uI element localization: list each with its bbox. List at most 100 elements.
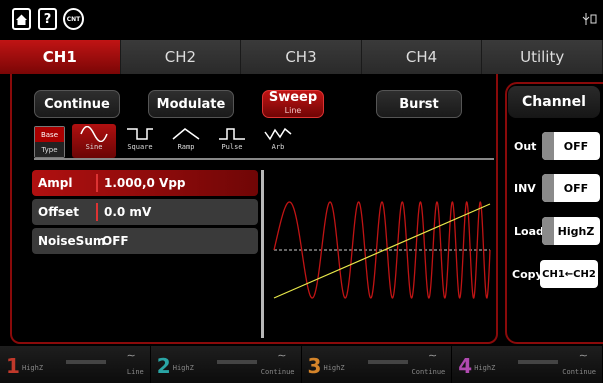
channel-load: HighZ [474, 364, 496, 372]
sine-wave-icon: ∼ [126, 349, 136, 362]
status-ch1[interactable]: 1 HighZ ∼ Line [0, 346, 151, 383]
channel-title-text: Channel [522, 94, 586, 110]
sine-wave-icon: ∼ [277, 349, 287, 362]
waveform-square[interactable]: Square [118, 124, 162, 158]
load-value: HighZ [557, 224, 595, 238]
waveform-label: Square [127, 143, 153, 151]
waveform-label: Sine [85, 143, 103, 151]
tab-ch1[interactable]: CH1 [0, 40, 121, 74]
help-icon[interactable]: ? [38, 8, 57, 30]
waveform-row: Base Type Sine Square Ramp Pulse Arb [34, 124, 494, 160]
channel-number: 4 [458, 354, 473, 378]
invert-row: INV OFF [514, 174, 600, 202]
status-ch4[interactable]: 4 HighZ ∼ Continue [452, 346, 603, 383]
param-offset[interactable]: Offset 0.0 mV [32, 199, 258, 225]
status-band [518, 360, 559, 364]
copy-value: CH1←CH2 [542, 268, 596, 280]
waveform-sine[interactable]: Sine [72, 124, 116, 158]
load-label: Load [514, 224, 544, 238]
waveform-arb[interactable]: Arb [256, 124, 300, 158]
sweep-label: Sweep [268, 90, 318, 105]
arb-wave-icon [264, 127, 292, 141]
tab-ch4[interactable]: CH4 [361, 40, 483, 74]
copy-button[interactable]: CH1←CH2 [540, 260, 598, 288]
generator-screen: { "topbar": { "home_icon": "home-icon", … [0, 0, 603, 383]
channel-load: HighZ [22, 364, 44, 372]
channel-number: 2 [156, 354, 171, 378]
modulate-label: Modulate [156, 96, 226, 112]
usb-icon [581, 12, 597, 29]
square-wave-icon [127, 128, 153, 140]
toggle-knob [542, 217, 554, 245]
parameter-list: Ampl 1.000,0 Vpp Offset 0.0 mV NoiseSum … [32, 170, 258, 257]
pulse-wave-icon [219, 128, 245, 140]
load-row: Load HighZ [514, 217, 600, 245]
ramp-wave-icon [172, 128, 200, 140]
edit-marker [96, 174, 98, 192]
counter-icon[interactable]: CNT [63, 8, 84, 30]
sine-wave-icon [80, 126, 108, 142]
channel-mode: Continue [260, 368, 295, 376]
tab-label: CH1 [42, 48, 77, 66]
burst-label: Burst [399, 96, 439, 112]
help-glyph: ? [43, 11, 52, 27]
sine-wave-icon: ∼ [428, 349, 438, 362]
channel-load: HighZ [323, 364, 345, 372]
invert-value: OFF [563, 181, 589, 195]
invert-label: INV [514, 181, 536, 195]
mode-row: Continue Modulate Sweep Line Burst [14, 88, 494, 120]
param-name: Ampl [38, 176, 73, 190]
param-value: 1.000,0 Vpp [104, 176, 186, 190]
channel-number: 3 [307, 354, 322, 378]
channel-mode: Continue [411, 368, 446, 376]
status-band [216, 360, 257, 364]
output-value: OFF [563, 139, 589, 153]
channel-title: Channel [508, 86, 600, 118]
tab-ch2[interactable]: CH2 [120, 40, 242, 74]
channel-side-panel [505, 82, 603, 344]
base-type-button[interactable]: Base Type [34, 126, 65, 158]
tab-utility[interactable]: Utility [482, 40, 603, 74]
status-ch2[interactable]: 2 HighZ ∼ Continue [150, 346, 302, 383]
panel-divider [261, 170, 264, 338]
continue-button[interactable]: Continue [34, 90, 120, 118]
param-name: NoiseSum [38, 234, 106, 248]
waveform-label: Pulse [221, 143, 243, 151]
status-ch3[interactable]: 3 HighZ ∼ Continue [301, 346, 453, 383]
param-value: 0.0 mV [104, 205, 152, 219]
channel-number: 1 [6, 354, 20, 378]
channel-status-bar: 1 HighZ ∼ Line 2 HighZ ∼ Continue 3 High… [0, 346, 603, 383]
base-label: Base [35, 127, 64, 142]
channel-mode: Line [126, 368, 144, 376]
param-noisesum[interactable]: NoiseSum OFF [32, 228, 258, 254]
modulate-button[interactable]: Modulate [148, 90, 234, 118]
waveform-pulse[interactable]: Pulse [210, 124, 254, 158]
sine-wave-icon: ∼ [578, 349, 588, 362]
waveform-preview-svg [273, 201, 491, 299]
tab-ch3[interactable]: CH3 [241, 40, 362, 74]
invert-toggle[interactable]: OFF [542, 174, 600, 202]
output-row: Out OFF [514, 132, 600, 160]
status-band [367, 360, 408, 364]
sweep-button[interactable]: Sweep Line [262, 90, 324, 118]
waveform-ramp[interactable]: Ramp [164, 124, 208, 158]
output-label: Out [514, 139, 537, 153]
tab-label: CH4 [405, 48, 438, 66]
burst-button[interactable]: Burst [376, 90, 462, 118]
param-value: OFF [102, 234, 129, 248]
waveform-preview [268, 170, 494, 334]
home-icon[interactable] [12, 8, 31, 30]
top-bar: ? CNT [0, 0, 603, 40]
type-label: Type [35, 142, 64, 157]
toggle-knob [542, 132, 554, 160]
load-toggle[interactable]: HighZ [542, 217, 600, 245]
tab-label: CH3 [285, 48, 317, 66]
waveform-label: Ramp [177, 143, 195, 151]
param-ampl[interactable]: Ampl 1.000,0 Vpp [32, 170, 258, 196]
copy-row: Copy CH1←CH2 [512, 260, 602, 288]
copy-label: Copy [512, 267, 543, 281]
output-toggle[interactable]: OFF [542, 132, 600, 160]
counter-glyph: CNT [66, 15, 81, 23]
sweep-sub-label: Line [284, 106, 302, 115]
toggle-knob [542, 174, 554, 202]
